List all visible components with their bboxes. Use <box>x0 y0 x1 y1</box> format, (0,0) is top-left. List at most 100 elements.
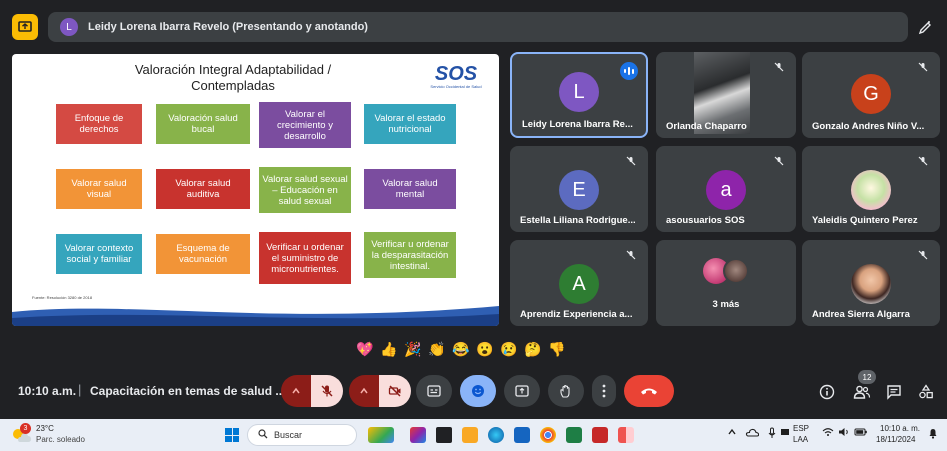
taskbar-app-task-view-icon[interactable] <box>436 427 452 443</box>
taskbar-app-pdf-icon[interactable] <box>592 427 608 443</box>
taskbar-app-widgets-icon[interactable] <box>368 427 394 443</box>
card-estado-nutricional: Valorar el estado nutricional <box>364 104 456 144</box>
meeting-info-button[interactable] <box>815 380 839 404</box>
card-enfoque-derechos: Enfoque de derechos <box>56 104 142 144</box>
card-salud-mental: Valorar salud mental <box>364 169 456 209</box>
presenter-banner[interactable]: L Leidy Lorena Ibarra Revelo (Presentand… <box>48 12 908 42</box>
participant-tile-leidy[interactable]: L Leidy Lorena Ibarra Re... <box>510 52 648 138</box>
present-icon <box>515 385 529 397</box>
participant-name: Leidy Lorena Ibarra Re... <box>522 119 633 130</box>
weather-description[interactable]: Parc. soleado <box>36 435 85 444</box>
card-contexto-social: Valorar contexto social y familiar <box>56 234 142 274</box>
reaction-party[interactable]: 🎉 <box>404 340 422 358</box>
reaction-sad[interactable]: 😢 <box>500 340 518 358</box>
battery-icon[interactable] <box>854 427 868 439</box>
more-vert-icon <box>602 384 606 398</box>
mic-toggle-button[interactable] <box>311 375 343 407</box>
wifi-icon[interactable] <box>822 427 834 439</box>
reaction-thinking[interactable]: 🤔 <box>524 340 542 358</box>
leave-call-button[interactable] <box>624 375 674 407</box>
search-icon <box>258 428 268 442</box>
shared-presentation[interactable]: Valoración Integral Adaptabilidad / Cont… <box>12 54 499 326</box>
mic-options-button[interactable] <box>281 375 311 407</box>
mic-off-icon <box>624 248 638 262</box>
tray-microphone-icon[interactable] <box>768 427 776 441</box>
captions-icon <box>427 385 441 397</box>
presenter-avatar: L <box>60 18 78 36</box>
sos-logo-text: SOS <box>435 63 478 84</box>
people-icon <box>853 385 871 399</box>
camera-options-button[interactable] <box>349 375 379 407</box>
participant-tile-andrea[interactable]: Andrea Sierra Algarra <box>802 240 940 326</box>
volume-icon[interactable] <box>838 427 850 439</box>
participant-photo <box>851 264 891 304</box>
taskbar-search-box[interactable]: Buscar <box>247 424 357 446</box>
slide-title: Valoración Integral Adaptabilidad / Cont… <box>134 62 332 93</box>
taskbar-app-excel-icon[interactable] <box>566 427 582 443</box>
people-button[interactable] <box>850 380 874 404</box>
participant-name: Yaleidis Quintero Perez <box>812 215 918 226</box>
info-icon <box>819 384 835 400</box>
participant-tile-yaleidis[interactable]: Yaleidis Quintero Perez <box>802 146 940 232</box>
presenting-bar: L Leidy Lorena Ibarra Revelo (Presentand… <box>0 0 947 50</box>
tray-tablet-icon[interactable] <box>780 427 790 439</box>
participant-name: Estella Liliana Rodrigue... <box>520 215 636 226</box>
mic-off-icon <box>321 385 333 397</box>
reaction-clap[interactable]: 👏 <box>428 340 446 358</box>
participant-avatar: E <box>559 170 599 210</box>
reaction-thumbs-down[interactable]: 👎 <box>548 340 566 358</box>
chat-button[interactable] <box>882 380 906 404</box>
annotate-pen-icon[interactable] <box>913 16 937 40</box>
participant-name: Andrea Sierra Algarra <box>812 309 910 320</box>
presenting-icon[interactable] <box>12 14 38 40</box>
mic-off-icon <box>916 248 930 262</box>
taskbar-app-snipping-icon[interactable] <box>618 427 634 443</box>
taskbar-app-store-icon[interactable] <box>514 427 530 443</box>
emoji-icon <box>472 385 484 397</box>
weather-temperature[interactable]: 23°C <box>36 424 54 433</box>
reaction-laugh[interactable]: 😂 <box>452 340 470 358</box>
participant-tile-gonzalo[interactable]: G Gonzalo Andres Niño V... <box>802 52 940 138</box>
chevron-up-icon <box>292 387 300 394</box>
participant-tile-aprendiz[interactable]: A Aprendiz Experiencia a... <box>510 240 648 326</box>
reaction-heart[interactable]: 💖 <box>356 340 374 358</box>
input-language[interactable]: ESP <box>793 424 809 433</box>
weather-notification-badge: 3 <box>20 423 31 434</box>
participant-tile-estella[interactable]: E Estella Liliana Rodrigue... <box>510 146 648 232</box>
participant-name: Aprendiz Experiencia a... <box>520 309 633 320</box>
participant-tile-asousuarios[interactable]: a asousuarios SOS <box>656 146 796 232</box>
present-screen-button[interactable] <box>504 375 540 407</box>
more-participants-label: 3 más <box>712 299 740 310</box>
sos-logo: SOS <box>422 62 490 84</box>
taskbar-app-file-explorer-icon[interactable] <box>462 427 478 443</box>
tray-onedrive-icon[interactable] <box>745 427 760 439</box>
windows-start-icon[interactable] <box>225 428 239 442</box>
card-salud-bucal: Valoración salud bucal <box>156 104 250 144</box>
card-salud-visual: Valorar salud visual <box>56 169 142 209</box>
reaction-surprised[interactable]: 😮 <box>476 340 494 358</box>
raise-hand-button[interactable] <box>548 375 584 407</box>
taskbar-clock-date[interactable]: 18/11/2024 <box>876 435 915 444</box>
chat-icon <box>887 385 901 400</box>
participant-photo <box>851 170 891 210</box>
taskbar-app-chrome-icon[interactable] <box>540 427 556 443</box>
hand-icon <box>560 385 570 398</box>
captions-button[interactable] <box>416 375 452 407</box>
reaction-thumbs-up[interactable]: 👍 <box>380 340 398 358</box>
notification-bell-icon[interactable] <box>928 427 938 441</box>
taskbar-app-edge-icon[interactable] <box>488 427 504 443</box>
hang-up-icon <box>641 388 657 395</box>
card-micronutrientes: Verificar u ordenar el suministro de mic… <box>259 232 351 284</box>
taskbar-clock-time[interactable]: 10:10 a. m. <box>880 424 920 433</box>
participant-tile-orlanda[interactable]: Orlanda Chaparro <box>656 52 796 138</box>
camera-toggle-button[interactable] <box>379 375 411 407</box>
more-options-button[interactable] <box>592 375 616 407</box>
activities-button[interactable] <box>914 380 938 404</box>
taskbar-app-copilot-icon[interactable] <box>410 427 426 443</box>
reactions-button[interactable] <box>460 375 496 407</box>
mic-off-icon <box>624 154 638 168</box>
input-language-region[interactable]: LAA <box>793 435 808 444</box>
participant-tile-more[interactable]: 3 más <box>656 240 796 326</box>
tray-overflow-chevron-icon[interactable] <box>727 427 737 439</box>
reactions-bar: 💖 👍 🎉 👏 😂 😮 😢 🤔 👎 <box>356 340 566 358</box>
